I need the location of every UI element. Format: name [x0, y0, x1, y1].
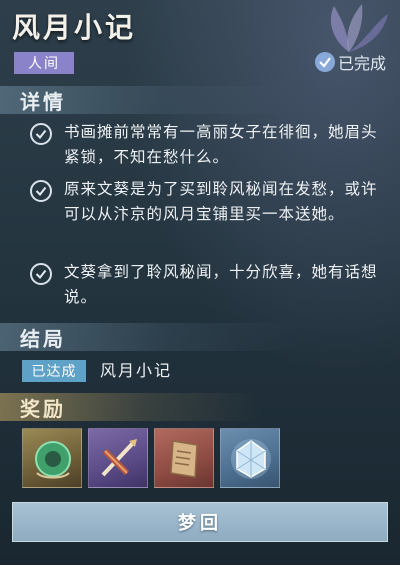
completed-check-icon — [314, 52, 335, 72]
ending-name: 风月小记 — [100, 361, 173, 380]
task-item: 文葵拿到了聆风秘闻，十分欣喜，她有话想说。 — [30, 260, 390, 310]
task-text: 原来文葵是为了买到聆风秘闻在发愁，或许可以从汴京的风月宝铺里买一本送她。 — [64, 180, 378, 223]
status-text: 已完成 — [337, 54, 386, 73]
task-text: 书画摊前常常有一高丽女子在徘徊，她眉头紧锁，不知在愁什么。 — [64, 123, 378, 166]
task-item: 书画摊前常常有一高丽女子在徘徊，她眉头紧锁，不知在愁什么。 — [30, 120, 390, 170]
region-badge: 人间 — [14, 52, 74, 74]
check-circle-icon — [30, 180, 52, 202]
ending-header: 结局 — [0, 323, 300, 351]
check-circle-icon — [30, 123, 52, 145]
details-header: 详情 — [0, 86, 300, 114]
check-circle-icon — [30, 263, 52, 285]
quest-title: 风月小记 — [12, 11, 137, 44]
reward-list — [22, 428, 280, 488]
achieved-badge: 已达成 — [22, 360, 86, 382]
rewards-header: 奖励 — [0, 393, 260, 421]
task-text: 文葵拿到了聆风秘闻，十分欣喜，她有话想说。 — [64, 263, 378, 306]
task-item: 原来文葵是为了买到聆风秘闻在发愁，或许可以从汴京的风月宝铺里买一本送她。 — [30, 177, 390, 227]
ice-crystal-icon — [231, 439, 271, 479]
reward-item[interactable] — [154, 428, 214, 488]
paper-book-icon — [170, 440, 198, 478]
reward-item[interactable] — [88, 428, 148, 488]
reward-item[interactable] — [220, 428, 280, 488]
dream-replay-button[interactable]: 梦回 — [12, 502, 388, 542]
quest-panel: 风月小记 人间 已完成 详情 书画摊前常常有一高丽女子在徘徊，她眉头紧锁，不知在… — [0, 0, 400, 565]
jade-pendant-icon — [35, 441, 71, 479]
status-indicator: 已完成 — [314, 50, 386, 74]
quill-scroll-icon — [101, 439, 137, 477]
reward-item[interactable] — [22, 428, 82, 488]
